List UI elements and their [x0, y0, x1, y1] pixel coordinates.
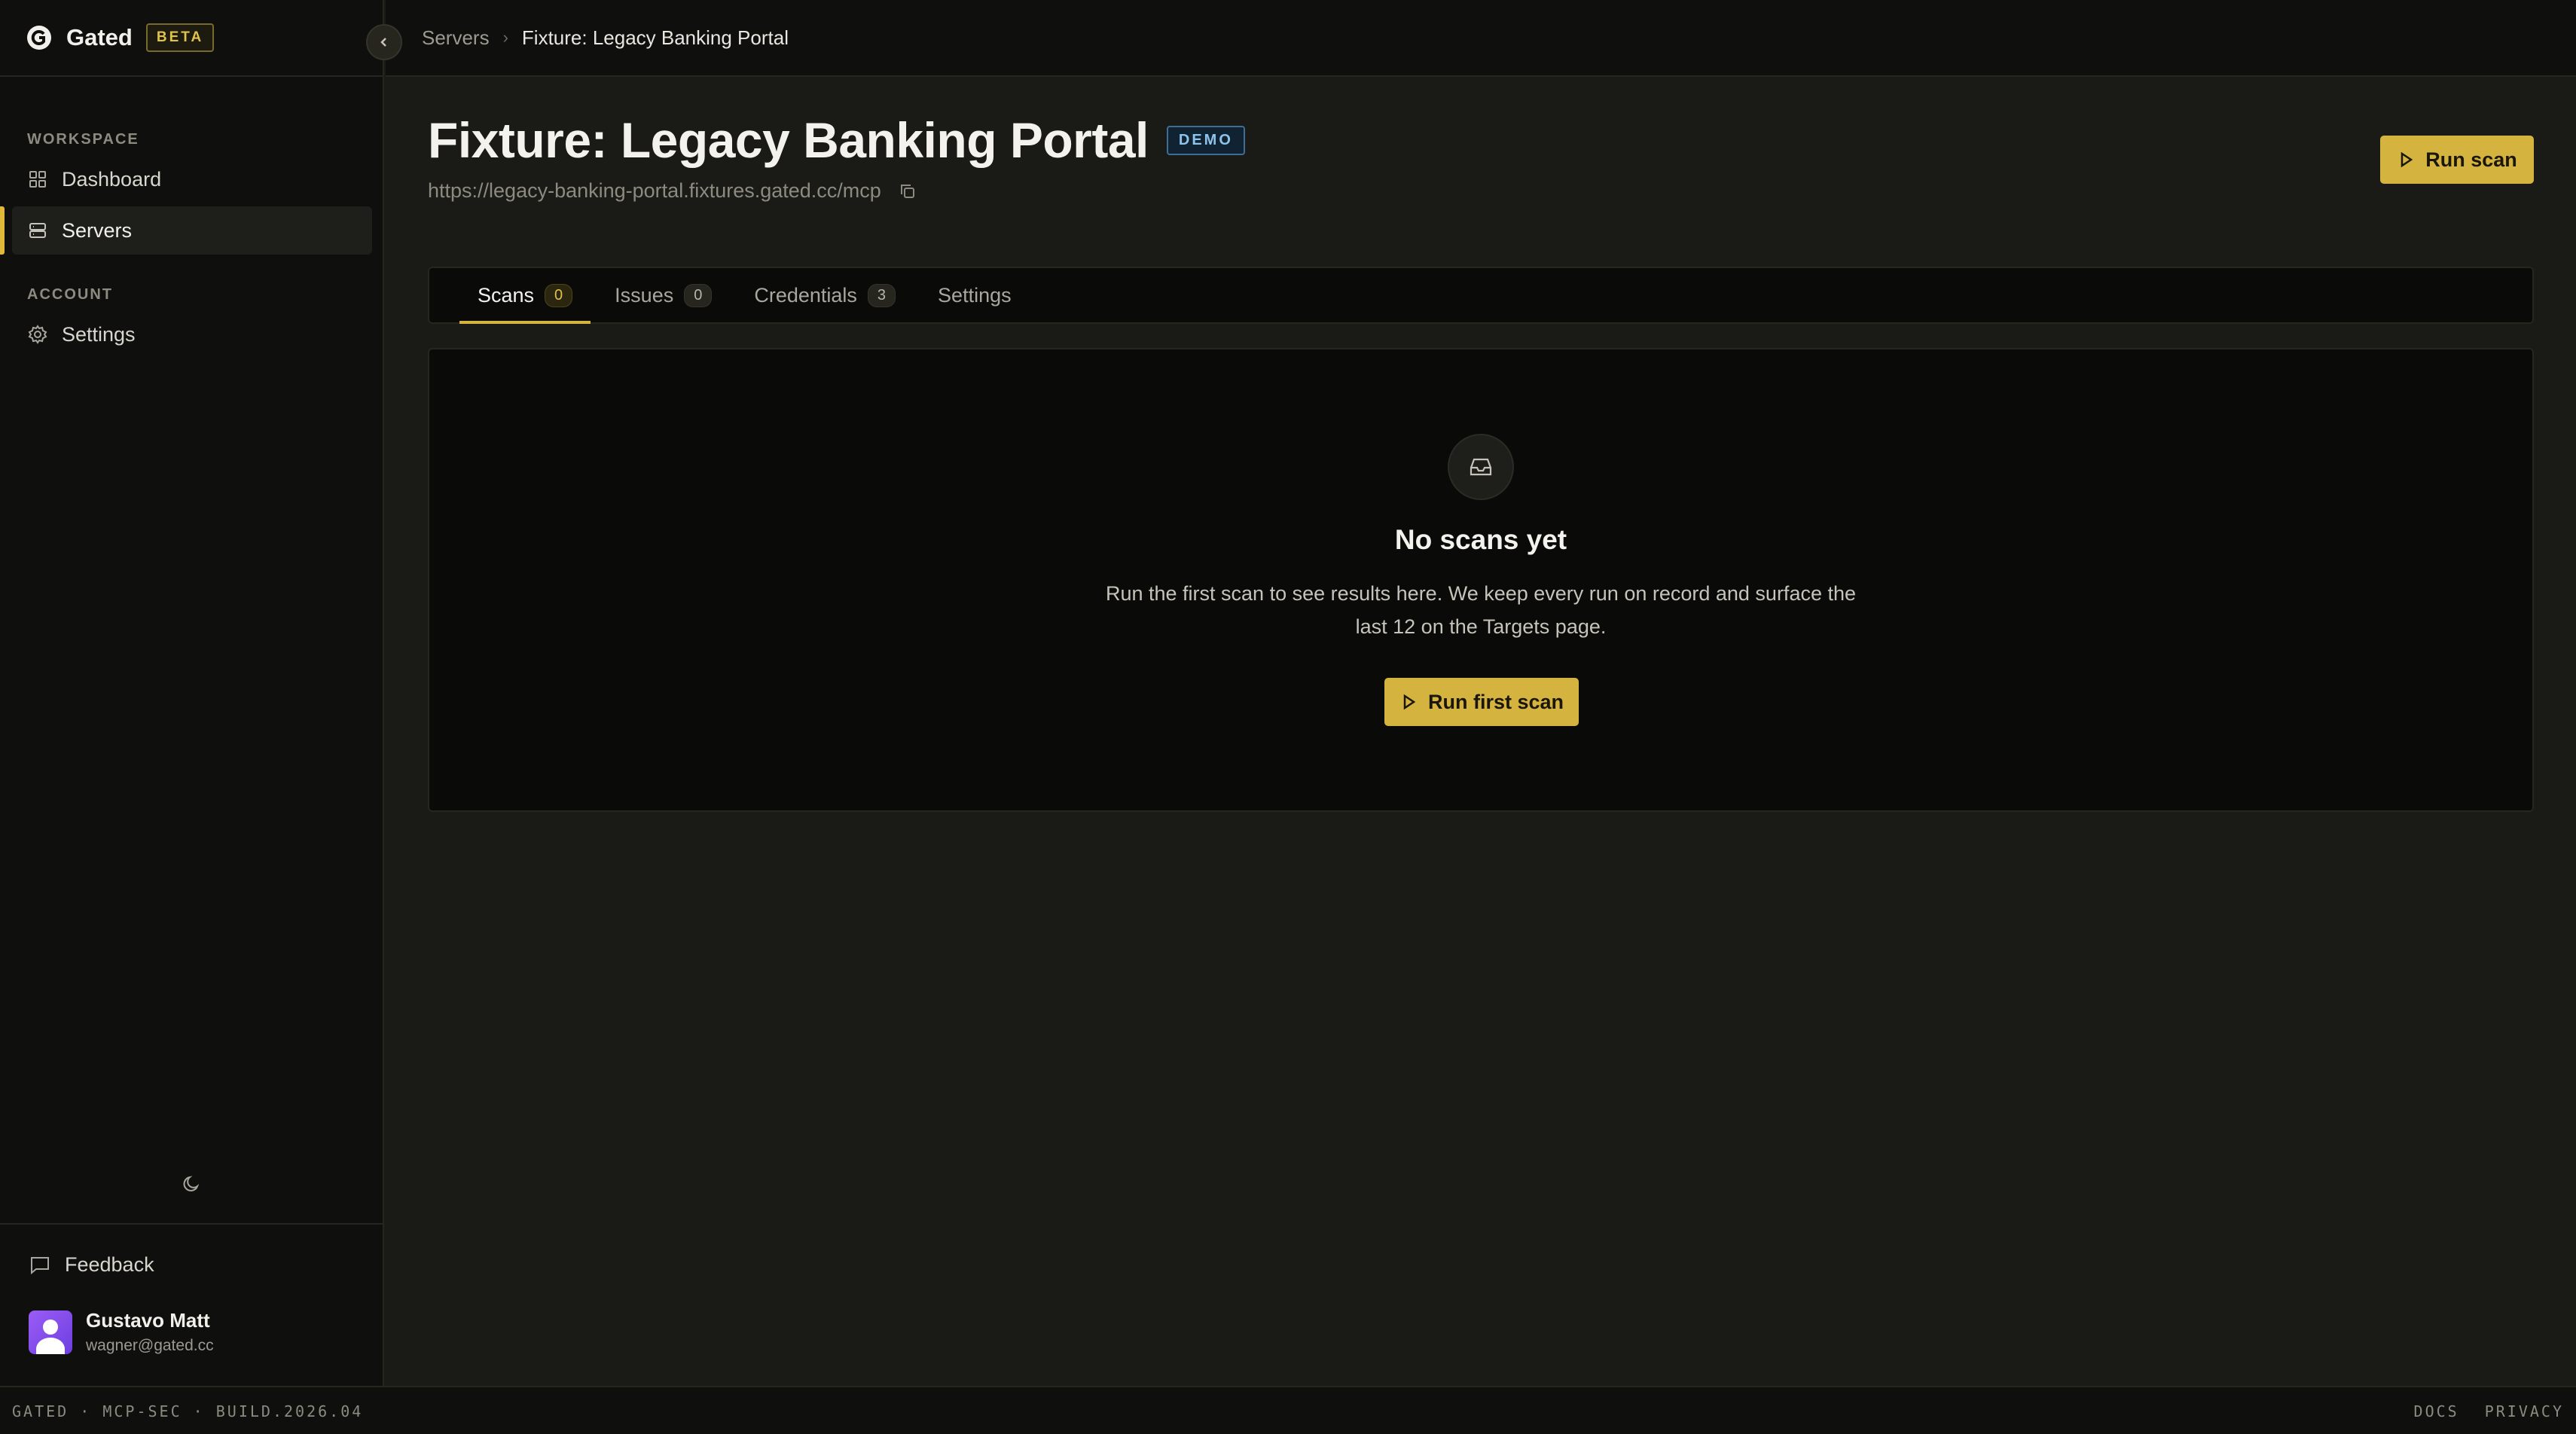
sidebar-item-settings[interactable]: Settings	[12, 310, 372, 358]
url-row: https://legacy-banking-portal.fixtures.g…	[428, 179, 917, 203]
user-menu[interactable]: Gustavo Matt wagner@gated.cc	[29, 1309, 214, 1355]
grid-icon	[29, 171, 46, 188]
breadcrumb: Servers › Fixture: Legacy Banking Portal	[386, 0, 2576, 77]
theme-toggle[interactable]	[178, 1170, 205, 1198]
tab-bar: Scans 0 Issues 0 Credentials 3 Settings	[428, 267, 2534, 324]
brand-name: Gated	[66, 24, 133, 50]
breadcrumb-separator: ›	[502, 28, 508, 47]
avatar	[29, 1310, 72, 1354]
play-icon	[1403, 694, 1416, 710]
empty-title: No scans yet	[1394, 524, 1567, 555]
tab-label: Settings	[938, 283, 1012, 307]
message-icon	[31, 1256, 49, 1274]
sidebar-footer: Feedback Gustavo Matt wagner@gated.cc	[0, 1223, 384, 1386]
sidebar-item-label: Servers	[62, 218, 133, 242]
collapse-sidebar-button[interactable]	[366, 24, 402, 60]
tab-issues[interactable]: Issues 0	[597, 268, 730, 322]
gated-logo-icon	[27, 26, 51, 50]
empty-state-panel: No scans yet Run the first scan to see r…	[428, 348, 2534, 812]
tab-count: 0	[684, 283, 713, 307]
copy-icon[interactable]	[898, 182, 917, 201]
user-name: Gustavo Matt	[86, 1309, 210, 1332]
active-indicator	[0, 206, 5, 255]
play-icon	[2401, 151, 2413, 168]
sidebar-item-servers[interactable]: Servers	[0, 206, 372, 255]
breadcrumb-servers[interactable]: Servers	[422, 26, 490, 50]
sidebar-item-dashboard[interactable]: Dashboard	[12, 155, 372, 203]
tab-count: 0	[545, 283, 573, 307]
moon-icon	[183, 1176, 200, 1191]
tab-scans[interactable]: Scans 0	[459, 268, 591, 324]
tab-label: Credentials	[754, 283, 857, 307]
chevron-left-icon	[380, 38, 386, 47]
gear-icon	[28, 325, 47, 344]
build-info: GATED · MCP-SEC · BUILD.2026.04	[12, 1402, 364, 1420]
breadcrumb-current: Fixture: Legacy Banking Portal	[521, 26, 789, 49]
inbox-icon	[1448, 434, 1514, 500]
sidebar: Gated BETA WORKSPACE Dashboard Servers A…	[0, 0, 384, 1386]
docs-link[interactable]: DOCS	[2414, 1402, 2459, 1420]
status-footer: GATED · MCP-SEC · BUILD.2026.04 DOCS PRI…	[0, 1386, 2576, 1434]
run-scan-button[interactable]: Run scan	[2380, 136, 2534, 184]
server-icon	[29, 223, 46, 238]
tab-label: Scans	[478, 283, 535, 307]
app-root: Gated BETA WORKSPACE Dashboard Servers A…	[0, 0, 2576, 1434]
tab-credentials[interactable]: Credentials 3	[736, 268, 914, 322]
tab-label: Issues	[615, 283, 674, 307]
demo-badge: DEMO	[1166, 125, 1245, 155]
main-content: Fixture: Legacy Banking Portal DEMO http…	[386, 78, 2576, 1386]
run-scan-label: Run scan	[2425, 148, 2517, 171]
run-first-scan-label: Run first scan	[1427, 690, 1564, 713]
user-email: wagner@gated.cc	[86, 1337, 214, 1354]
empty-description: Run the first scan to see results here. …	[1105, 582, 1857, 638]
sidebar-item-label: Dashboard	[62, 167, 162, 191]
page-title: Fixture: Legacy Banking Portal	[428, 112, 1149, 168]
tab-settings[interactable]: Settings	[920, 268, 1030, 322]
title-row: Fixture: Legacy Banking Portal DEMO	[428, 111, 1245, 169]
feedback-label: Feedback	[65, 1253, 154, 1276]
sidebar-item-label: Settings	[62, 322, 136, 346]
beta-badge: BETA	[145, 23, 215, 52]
footer-links: DOCS PRIVACY	[2388, 1402, 2564, 1420]
section-label-workspace: WORKSPACE	[27, 131, 139, 148]
run-first-scan-button[interactable]: Run first scan	[1384, 678, 1579, 726]
section-label-account: ACCOUNT	[27, 286, 113, 303]
feedback-button[interactable]: Feedback	[29, 1253, 154, 1277]
server-url: https://legacy-banking-portal.fixtures.g…	[428, 179, 881, 202]
brand[interactable]: Gated BETA	[0, 0, 384, 77]
privacy-link[interactable]: PRIVACY	[2485, 1402, 2564, 1420]
tab-count: 3	[867, 283, 896, 307]
